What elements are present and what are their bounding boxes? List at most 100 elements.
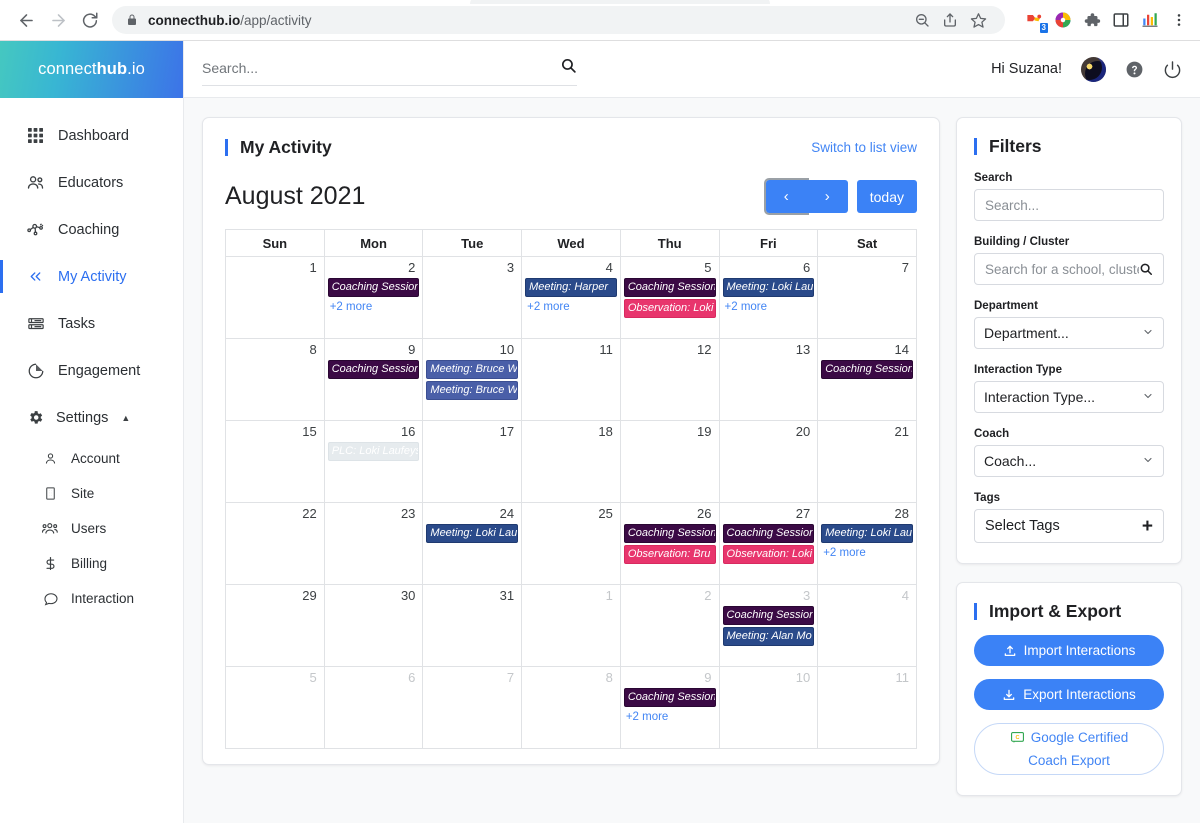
- calendar-event-meeting-blue[interactable]: Meeting: Loki Lau: [426, 524, 518, 543]
- google-certified-coach-export-button[interactable]: C Google Certified Coach Export: [974, 723, 1164, 775]
- sidebar-item-account[interactable]: Account: [0, 441, 183, 476]
- calendar-day-cell[interactable]: 1: [226, 257, 325, 339]
- sidebar-item-engagement[interactable]: Engagement: [0, 347, 183, 394]
- filter-tags-field[interactable]: Select Tags +: [974, 509, 1164, 543]
- calendar-day-cell[interactable]: 4: [818, 585, 917, 667]
- search-input[interactable]: [202, 60, 560, 76]
- filter-interaction-type-select[interactable]: Interaction Type...: [974, 381, 1164, 413]
- avatar[interactable]: [1081, 57, 1106, 82]
- calendar-day-cell[interactable]: 20: [719, 421, 818, 503]
- sidebar-item-interaction[interactable]: Interaction: [0, 581, 183, 616]
- power-off-icon[interactable]: [1163, 60, 1182, 79]
- calendar-day-cell[interactable]: 26Coaching SessionObservation: Bru: [620, 503, 719, 585]
- switch-to-list-view-link[interactable]: Switch to list view: [811, 140, 917, 155]
- calendar-day-cell[interactable]: 4Meeting: Harper +2 more: [522, 257, 621, 339]
- calendar-day-cell[interactable]: 5: [226, 667, 325, 749]
- search-icon[interactable]: [1139, 262, 1153, 276]
- search-icon[interactable]: [560, 57, 577, 79]
- calendar-day-cell[interactable]: 3Coaching SessionMeeting: Alan Mo: [719, 585, 818, 667]
- calendar-day-cell[interactable]: 24Meeting: Loki Lau: [423, 503, 522, 585]
- help-circle-icon[interactable]: [1125, 60, 1144, 79]
- calendar-day-cell[interactable]: 10: [719, 667, 818, 749]
- filter-department-select[interactable]: Department...: [974, 317, 1164, 349]
- zoom-out-icon[interactable]: [909, 7, 935, 33]
- sidebar-item-users[interactable]: Users: [0, 511, 183, 546]
- calendar-day-cell[interactable]: 9Coaching Session+2 more: [620, 667, 719, 749]
- calendar-event-meeting-blue[interactable]: Meeting: Loki Lau: [723, 278, 815, 297]
- calendar-more-events-link[interactable]: +2 more: [327, 297, 421, 315]
- calendar-day-cell[interactable]: 11: [522, 339, 621, 421]
- color-wheel-extension-icon[interactable]: [1052, 9, 1074, 31]
- plus-icon[interactable]: +: [1142, 517, 1153, 536]
- calendar-day-cell[interactable]: 31: [423, 585, 522, 667]
- calendar-day-cell[interactable]: 29: [226, 585, 325, 667]
- today-button[interactable]: today: [857, 180, 917, 213]
- puzzle-extensions-icon[interactable]: [1081, 9, 1103, 31]
- calendar-event-coaching[interactable]: Coaching Session: [821, 360, 913, 379]
- calendar-day-cell[interactable]: 1: [522, 585, 621, 667]
- calendar-event-coaching[interactable]: Coaching Session: [328, 278, 420, 297]
- calendar-event-coaching[interactable]: Coaching Session: [624, 278, 716, 297]
- filter-coach-select[interactable]: Coach...: [974, 445, 1164, 477]
- global-search[interactable]: [202, 52, 577, 86]
- calendar-event-coaching[interactable]: Coaching Session: [624, 524, 716, 543]
- calendar-day-cell[interactable]: 25: [522, 503, 621, 585]
- address-bar[interactable]: connecthub.io/app/activity: [112, 6, 1005, 34]
- sidebar-item-my-activity[interactable]: My Activity: [0, 253, 183, 300]
- calendar-day-cell[interactable]: 19: [620, 421, 719, 503]
- app-logo[interactable]: connecthub.io: [0, 41, 183, 98]
- calendar-event-observation[interactable]: Observation: Bru: [624, 545, 716, 564]
- filter-search-input[interactable]: [985, 198, 1153, 213]
- calendar-day-cell[interactable]: 2Coaching Session+2 more: [324, 257, 423, 339]
- calendar-day-cell[interactable]: 21: [818, 421, 917, 503]
- calendar-day-cell[interactable]: 30: [324, 585, 423, 667]
- filter-building-input[interactable]: [985, 262, 1139, 277]
- calendar-event-coaching[interactable]: Coaching Session: [624, 688, 716, 707]
- calendar-day-cell[interactable]: 13: [719, 339, 818, 421]
- next-month-button[interactable]: ›: [807, 180, 848, 213]
- calendar-day-cell[interactable]: 7: [423, 667, 522, 749]
- export-interactions-button[interactable]: Export Interactions: [974, 679, 1164, 710]
- calendar-day-cell[interactable]: 8: [522, 667, 621, 749]
- calendar-day-cell[interactable]: 5Coaching SessionObservation: Loki: [620, 257, 719, 339]
- calendar-event-coaching[interactable]: Coaching Session: [328, 360, 420, 379]
- reload-icon[interactable]: [74, 4, 106, 36]
- sidebar-item-settings[interactable]: Settings ▲: [0, 394, 183, 441]
- calendar-day-cell[interactable]: 9Coaching Session: [324, 339, 423, 421]
- prev-month-button[interactable]: ‹: [766, 180, 807, 213]
- calendar-day-cell[interactable]: 10Meeting: Bruce WMeeting: Bruce W: [423, 339, 522, 421]
- sidebar-item-coaching[interactable]: Coaching: [0, 206, 183, 253]
- calendar-day-cell[interactable]: 28Meeting: Loki Lau+2 more: [818, 503, 917, 585]
- calendar-more-events-link[interactable]: +2 more: [820, 543, 914, 561]
- sidebar-item-tasks[interactable]: Tasks: [0, 300, 183, 347]
- forward-arrow-icon[interactable]: [42, 4, 74, 36]
- filter-building-field[interactable]: [974, 253, 1164, 285]
- calendar-day-cell[interactable]: 22: [226, 503, 325, 585]
- calendar-event-observation[interactable]: Observation: Loki: [624, 299, 716, 318]
- sidebar-item-dashboard[interactable]: Dashboard: [0, 112, 183, 159]
- calendar-day-cell[interactable]: 11: [818, 667, 917, 749]
- star-icon[interactable]: [965, 7, 991, 33]
- sidebar-item-educators[interactable]: Educators: [0, 159, 183, 206]
- calendar-more-events-link[interactable]: +2 more: [623, 707, 717, 725]
- calendar-day-cell[interactable]: 12: [620, 339, 719, 421]
- calendar-day-cell[interactable]: 23: [324, 503, 423, 585]
- filter-search-field[interactable]: [974, 189, 1164, 221]
- calendar-day-cell[interactable]: 15: [226, 421, 325, 503]
- calendar-more-events-link[interactable]: +2 more: [722, 297, 816, 315]
- kebab-menu-icon[interactable]: [1168, 9, 1190, 31]
- calendar-day-cell[interactable]: 27Coaching SessionObservation: Loki: [719, 503, 818, 585]
- calendar-day-cell[interactable]: 16PLC: Loki Laufeys: [324, 421, 423, 503]
- calendar-day-cell[interactable]: 18: [522, 421, 621, 503]
- calendar-day-cell[interactable]: 3: [423, 257, 522, 339]
- sidebar-item-site[interactable]: Site: [0, 476, 183, 511]
- import-interactions-button[interactable]: Import Interactions: [974, 635, 1164, 666]
- calendar-day-cell[interactable]: 6Meeting: Loki Lau+2 more: [719, 257, 818, 339]
- calendar-day-cell[interactable]: 6: [324, 667, 423, 749]
- side-panel-icon[interactable]: [1110, 9, 1132, 31]
- calendar-event-meeting-periwinkle[interactable]: Meeting: Bruce W: [426, 360, 518, 379]
- calendar-event-meeting-periwinkle[interactable]: Meeting: Bruce W: [426, 381, 518, 400]
- chart-extension-icon[interactable]: [1139, 9, 1161, 31]
- share-icon[interactable]: [937, 7, 963, 33]
- calendar-more-events-link[interactable]: +2 more: [524, 297, 618, 315]
